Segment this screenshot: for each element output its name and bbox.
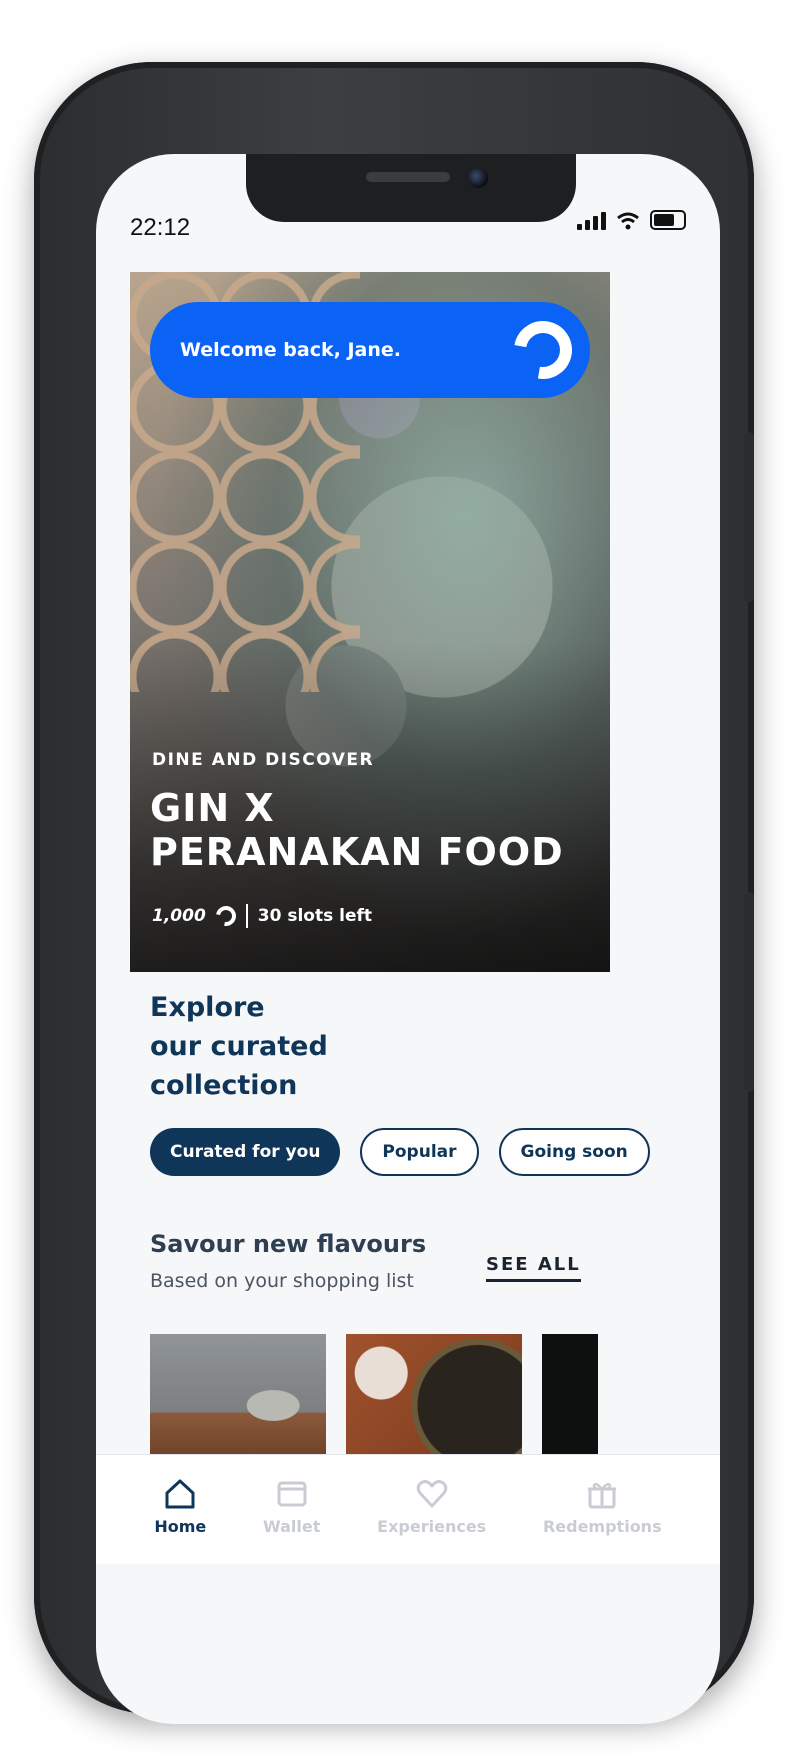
points-cost: 1,000 [152, 906, 206, 926]
nav-wallet[interactable]: Wallet [263, 1477, 320, 1536]
side-button-right [744, 892, 754, 1092]
wifi-icon [617, 212, 639, 230]
side-button-power [744, 432, 754, 602]
nav-redemptions-label: Redemptions [542, 1517, 662, 1536]
chip-going-soon[interactable]: Going soon [498, 1128, 650, 1176]
see-all-link[interactable]: SEE ALL [486, 1254, 581, 1282]
speaker [366, 172, 450, 182]
experience-cards [150, 1334, 598, 1464]
slots-left: 30 slots left [257, 906, 373, 926]
notch [246, 154, 576, 222]
nav-experiences[interactable]: Experiences [377, 1477, 486, 1536]
nav-home-label: Home [154, 1517, 207, 1536]
chip-popular[interactable]: Popular [360, 1128, 479, 1176]
nav-home[interactable]: Home [154, 1477, 206, 1536]
meta-divider [245, 904, 248, 928]
hero-banner[interactable]: Welcome back, Jane. DINE AND DISCOVER GI… [130, 272, 610, 972]
chip-curated[interactable]: Curated for you [150, 1128, 341, 1176]
gift-icon [588, 1482, 617, 1509]
hero-meta: 1,000 30 slots left [152, 902, 373, 930]
phone-frame: 22:12 Welcome back, Jane. DINE AND DISCO… [34, 62, 754, 1724]
points-icon [211, 902, 240, 930]
hero-title: GIN X PERANAKAN FOOD [150, 786, 564, 874]
experience-card[interactable] [150, 1334, 326, 1464]
explore-heading-line3: collection [150, 1070, 298, 1101]
hero-title-line1: GIN X [150, 786, 275, 830]
experience-card[interactable] [346, 1334, 522, 1464]
bottom-nav: Home Wallet Experiences Redemptions [96, 1454, 720, 1564]
nav-experiences-label: Experiences [377, 1517, 487, 1536]
status-icons [577, 210, 686, 230]
welcome-bar: Welcome back, Jane. [150, 302, 590, 398]
wallet-icon [277, 1481, 307, 1507]
heart-icon [416, 1480, 447, 1508]
battery-icon [650, 210, 686, 230]
front-camera [468, 168, 488, 188]
home-icon [165, 1479, 195, 1509]
explore-heading-line2: our curated [150, 1031, 328, 1062]
filter-chips: Curated for you Popular Going soon [150, 1128, 650, 1176]
section-subtitle: Based on your shopping list [150, 1270, 414, 1292]
section-title: Savour new flavours [150, 1230, 427, 1258]
nav-wallet-label: Wallet [263, 1517, 321, 1536]
phone-screen: 22:12 Welcome back, Jane. DINE AND DISCO… [96, 154, 720, 1724]
hero-kicker: DINE AND DISCOVER [152, 750, 375, 770]
welcome-message: Welcome back, Jane. [180, 339, 401, 361]
explore-heading-line1: Explore [150, 992, 265, 1023]
brand-logo-icon[interactable] [502, 309, 584, 391]
nav-redemptions[interactable]: Redemptions [543, 1477, 662, 1536]
app-screenshot: 22:12 Welcome back, Jane. DINE AND DISCO… [0, 0, 806, 1758]
explore-heading: Explore our curated collection [150, 988, 328, 1105]
signal-icon [577, 212, 606, 230]
experience-card[interactable] [542, 1334, 598, 1464]
status-time: 22:12 [130, 214, 191, 241]
hero-title-line2: PERANAKAN FOOD [150, 830, 564, 874]
